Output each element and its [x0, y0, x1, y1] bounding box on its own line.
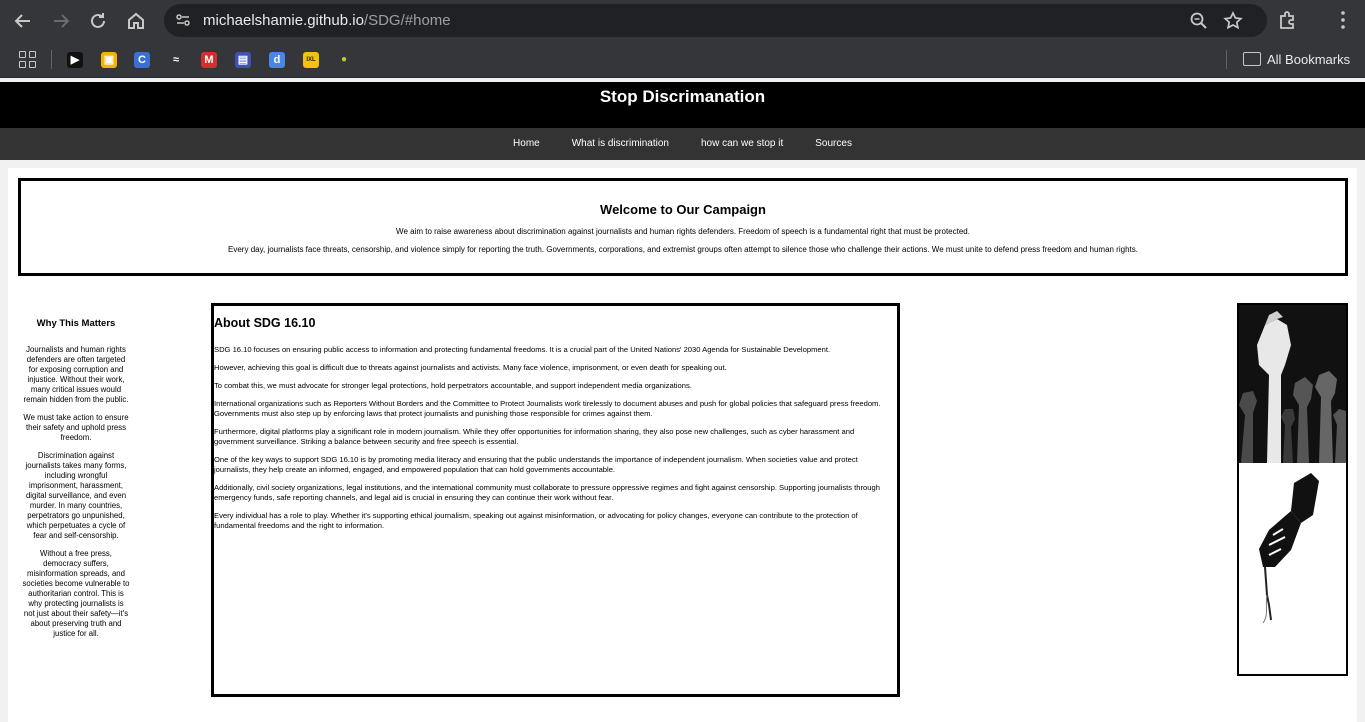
- about-paragraph: Furthermore, digital platforms play a si…: [214, 427, 855, 446]
- about-paragraph: One of the key ways to support SDG 16.10…: [214, 455, 858, 474]
- welcome-paragraph: Every day, journalists face threats, cen…: [228, 245, 1138, 254]
- raised-fists-image: [1239, 305, 1346, 463]
- board-favicon[interactable]: ▤: [235, 52, 251, 68]
- reload-icon: [91, 13, 105, 28]
- home-icon: [128, 12, 144, 29]
- all-bookmarks-label: All Bookmarks: [1267, 52, 1351, 67]
- folder-icon: [1243, 52, 1261, 66]
- about-paragraph: To combat this, we must advocate for str…: [214, 381, 692, 390]
- site-nav: Home What is discrimination how can we sto…: [0, 128, 1365, 160]
- site-info-icon[interactable]: [174, 11, 192, 29]
- about-paragraph: SDG 16.10 focuses on ensuring public acc…: [214, 345, 831, 354]
- web-page: Stop Discrimanation Home What is discrimi…: [0, 82, 1365, 722]
- why-this-matters-sidebar: Why This Matters Journalists and human r…: [22, 318, 130, 647]
- kebab-menu-icon: [1341, 11, 1345, 29]
- microphone-hand-image: [1239, 463, 1346, 674]
- zoom-icon[interactable]: [1188, 10, 1210, 32]
- welcome-paragraph: We aim to raise awareness about discrimi…: [396, 227, 970, 236]
- bookmarks-divider: [1226, 50, 1227, 69]
- welcome-section: Welcome to Our Campaign We aim to raise …: [18, 178, 1348, 276]
- play-favicon[interactable]: ▶: [67, 52, 83, 68]
- slides-favicon[interactable]: ▣: [101, 52, 117, 68]
- url-host: michaelshamie.github.io: [203, 12, 364, 29]
- nav-link-sources[interactable]: Sources: [799, 128, 868, 160]
- about-sdg-section: About SDG 16.10 SDG 16.10 focuses on ens…: [211, 303, 900, 697]
- bookmarks-bar: ▶ ▣ C ≈ M ▤ d IXL ● All Bookmarks: [0, 41, 1365, 78]
- sidebar-paragraph: Without a free press, democracy suffers,…: [22, 549, 130, 638]
- extensions-button[interactable]: [1276, 8, 1300, 32]
- nav-link-home[interactable]: Home: [497, 128, 556, 160]
- about-paragraph: Additionally, civil society organization…: [214, 483, 880, 502]
- about-paragraph: International organizations such as Repo…: [214, 399, 881, 418]
- arrow-left-icon: [14, 14, 30, 28]
- site-header: Stop Discrimanation: [0, 82, 1365, 128]
- browser-menu-button[interactable]: [1331, 8, 1355, 32]
- welcome-heading: Welcome to Our Campaign: [600, 202, 766, 217]
- arrow-right-icon: [54, 14, 70, 28]
- apps-grid-icon[interactable]: [19, 51, 36, 68]
- ixl-favicon[interactable]: IXL: [303, 52, 319, 68]
- protest-image-frame: [1237, 303, 1348, 676]
- puzzle-icon: [1280, 11, 1294, 29]
- nav-link-how-can-we-stop-it[interactable]: how can we stop it: [685, 128, 799, 160]
- forward-button[interactable]: [48, 8, 74, 34]
- url-path: /SDG/#home: [363, 12, 451, 29]
- m-favicon[interactable]: M: [201, 52, 217, 68]
- browser-toolbar: michaelshamie.github.io/SDG/#home: [0, 0, 1365, 41]
- sidebar-paragraph: Journalists and human rights defenders a…: [23, 345, 129, 404]
- reload-button[interactable]: [85, 8, 111, 34]
- home-button[interactable]: [123, 8, 149, 34]
- about-paragraph: However, achieving this goal is difficul…: [214, 363, 727, 372]
- bookmarks-divider: [51, 50, 52, 69]
- fish-favicon[interactable]: ≈: [168, 52, 184, 68]
- about-paragraph: Every individual has a role to play. Whe…: [214, 511, 858, 530]
- sidebar-heading: Why This Matters: [36, 318, 116, 329]
- d-favicon[interactable]: d: [269, 52, 285, 68]
- sidebar-paragraph: We must take action to ensure their safe…: [23, 413, 129, 442]
- sidebar-paragraph: Discrimination against journalists takes…: [25, 451, 127, 540]
- drop-favicon[interactable]: ●: [336, 52, 352, 68]
- site-title: Stop Discrimanation: [599, 87, 766, 106]
- url-text: michaelshamie.github.io/SDG/#home: [203, 12, 451, 29]
- c-favicon[interactable]: C: [134, 52, 150, 68]
- about-heading: About SDG 16.10: [214, 316, 316, 330]
- back-button[interactable]: [10, 8, 36, 34]
- nav-link-what-is-discrimination[interactable]: What is discrimination: [556, 128, 685, 160]
- all-bookmarks-button[interactable]: All Bookmarks: [1243, 51, 1350, 69]
- main-content: Welcome to Our Campaign We aim to raise …: [8, 168, 1357, 722]
- bookmark-star-icon[interactable]: [1222, 10, 1244, 32]
- address-bar[interactable]: michaelshamie.github.io/SDG/#home: [164, 4, 1267, 37]
